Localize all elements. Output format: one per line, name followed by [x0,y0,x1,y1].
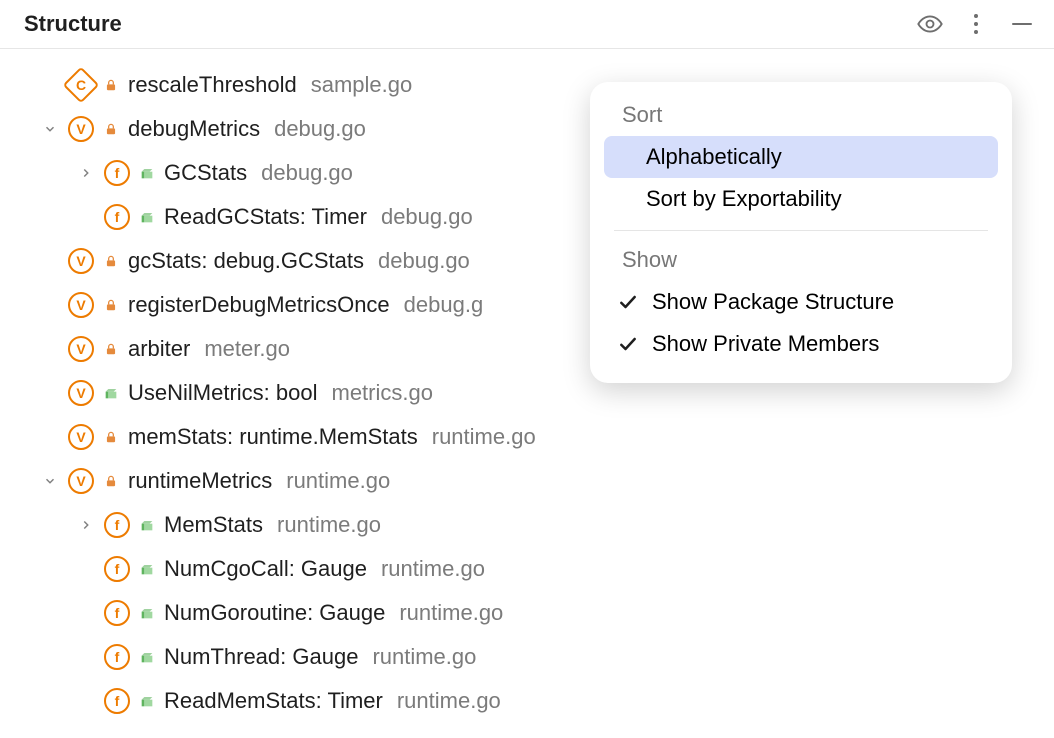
tree-item-label: memStats: runtime.MemStats [128,424,418,450]
tree-item-file: runtime.go [277,512,381,538]
tree-item-label: MemStats [164,512,263,538]
package-icon [138,648,156,666]
tree-row[interactable]: VruntimeMetrics runtime.go [12,459,1042,503]
show-option[interactable]: Show Package Structure [604,281,998,323]
tree-row[interactable]: f NumGoroutine: Gauge runtime.go [12,591,1042,635]
lock-icon [102,252,120,270]
package-icon [102,384,120,402]
tree-item-label: NumThread: Gauge [164,644,358,670]
tree-item-label: NumGoroutine: Gauge [164,600,385,626]
tree-item-label: UseNilMetrics: bool [128,380,318,406]
structure-panel-header: Structure [0,0,1054,49]
lock-icon [102,296,120,314]
tree-row[interactable]: f NumThread: Gauge runtime.go [12,635,1042,679]
tree-item-file: debug.go [381,204,473,230]
sort-option[interactable]: Sort by Exportability [604,178,998,220]
kind-v-icon: V [68,116,94,142]
kind-f-icon: f [104,644,130,670]
kind-f-icon: f [104,556,130,582]
kind-f-icon: f [104,512,130,538]
lock-icon [102,428,120,446]
tree-item-label: ReadGCStats: Timer [164,204,367,230]
tree-item-label: rescaleThreshold [128,72,297,98]
tree-item-file: sample.go [311,72,413,98]
tree-item-file: runtime.go [432,424,536,450]
package-icon [138,604,156,622]
check-icon [616,292,640,312]
lock-icon [102,120,120,138]
tree-row[interactable]: VmemStats: runtime.MemStats runtime.go [12,415,1042,459]
package-icon [138,208,156,226]
panel-title: Structure [24,11,122,37]
tree-item-label: runtimeMetrics [128,468,272,494]
kind-v-icon: V [68,248,94,274]
tree-item-file: runtime.go [372,644,476,670]
tree-item-label: GCStats [164,160,247,186]
chevron-down-icon[interactable] [40,474,60,488]
tree-item-file: runtime.go [397,688,501,714]
tree-item-label: registerDebugMetricsOnce [128,292,390,318]
package-icon [138,560,156,578]
kind-f-icon: f [104,204,130,230]
more-icon[interactable] [962,10,990,38]
show-option-label: Show Private Members [652,331,879,357]
tree-item-file: debug.g [404,292,484,318]
tree-row[interactable]: f ReadMemStats: Timer runtime.go [12,679,1042,723]
kind-v-icon: V [68,380,94,406]
tree-item-file: meter.go [204,336,290,362]
package-icon [138,516,156,534]
popup-sort-title: Sort [604,100,998,136]
tree-item-file: debug.go [274,116,366,142]
sort-option-label: Sort by Exportability [646,186,842,212]
tree-row[interactable]: f NumCgoCall: Gauge runtime.go [12,547,1042,591]
tree-item-file: debug.go [378,248,470,274]
lock-icon [102,472,120,490]
tree-item-file: runtime.go [381,556,485,582]
chevron-right-icon[interactable] [76,518,96,532]
sort-option-label: Alphabetically [646,144,782,170]
tree-item-file: runtime.go [399,600,503,626]
kind-c-icon: C [68,72,94,98]
package-icon [138,692,156,710]
kind-f-icon: f [104,688,130,714]
check-icon [616,334,640,354]
lock-icon [102,340,120,358]
kind-f-icon: f [104,600,130,626]
tree-item-label: NumCgoCall: Gauge [164,556,367,582]
lock-icon [102,76,120,94]
tree-item-file: debug.go [261,160,353,186]
chevron-down-icon[interactable] [40,122,60,136]
sort-option[interactable]: Alphabetically [604,136,998,178]
tree-item-label: arbiter [128,336,190,362]
tree-item-file: metrics.go [332,380,433,406]
kind-v-icon: V [68,292,94,318]
tree-row[interactable]: f MemStats runtime.go [12,503,1042,547]
visibility-icon[interactable] [916,10,944,38]
kind-v-icon: V [68,336,94,362]
minimize-button[interactable] [1008,10,1036,38]
kind-v-icon: V [68,468,94,494]
popup-show-title: Show [604,245,998,281]
show-option[interactable]: Show Private Members [604,323,998,365]
sort-options-popup: Sort Alphabetically Sort by Exportability… [590,82,1012,383]
tree-item-label: gcStats: debug.GCStats [128,248,364,274]
tree-item-label: debugMetrics [128,116,260,142]
show-option-label: Show Package Structure [652,289,894,315]
kind-v-icon: V [68,424,94,450]
tree-item-file: runtime.go [286,468,390,494]
chevron-right-icon[interactable] [76,166,96,180]
package-icon [138,164,156,182]
tree-item-label: ReadMemStats: Timer [164,688,383,714]
header-actions [916,10,1036,38]
kind-f-icon: f [104,160,130,186]
popup-separator [614,230,988,231]
